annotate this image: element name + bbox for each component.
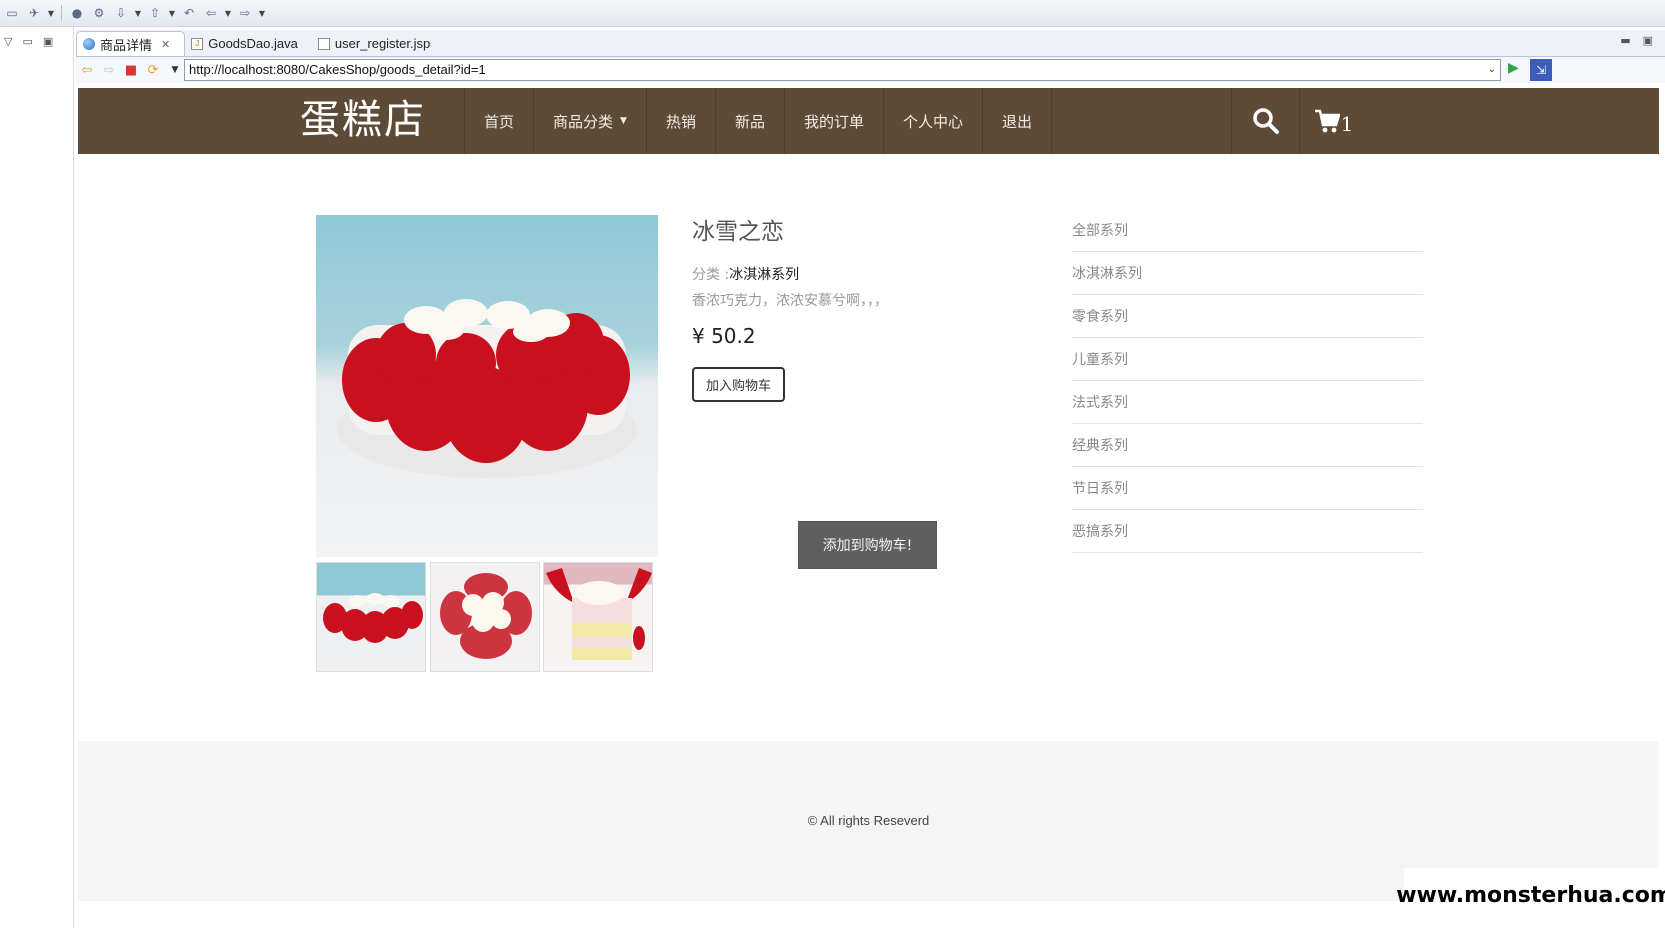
menu-item-my-orders[interactable]: 我的订单 [783, 88, 883, 154]
category-item-french[interactable]: 法式系列 [1072, 381, 1423, 424]
menu-label: 商品分类 [553, 112, 614, 131]
watermark-text: www.monsterhua.com [1396, 883, 1665, 908]
copyright-text: © All rights Reseverd [807, 813, 930, 828]
stop-icon[interactable]: ■ [120, 60, 142, 80]
caret-down-icon: ▼ [620, 116, 627, 126]
go-icon[interactable]: ▶ [1508, 60, 1519, 76]
forward-icon[interactable]: ⇨ [98, 60, 120, 80]
menu-item-hot[interactable]: 热销 [645, 88, 715, 154]
java-file-icon: J [191, 37, 204, 50]
cake-image [337, 299, 637, 478]
menu-label: 个人中心 [903, 112, 964, 131]
main-menu: 首页 商品分类 ▼ 热销 新品 我的订单 个人中心 退出 [464, 88, 1053, 154]
menu-item-profile[interactable]: 个人中心 [883, 88, 982, 154]
search-refs-icon[interactable]: ⚙ [89, 3, 109, 23]
left-panel: ▽ ▭ ▣ [0, 27, 74, 928]
cart-button[interactable]: 1 [1299, 88, 1367, 154]
chevron-down-icon[interactable]: ▼ [223, 9, 233, 18]
thumbnail-image [323, 593, 423, 643]
tab-label: 商品详情 [100, 37, 153, 53]
category-sidebar: 全部系列 冰淇淋系列 零食系列 儿童系列 法式系列 经典系列 节日系列 恶搞系列 [1072, 209, 1423, 553]
maximize-icon[interactable]: ▣ [1643, 34, 1653, 47]
jsp-file-icon [317, 37, 330, 50]
category-item-snack[interactable]: 零食系列 [1072, 295, 1423, 338]
add-to-cart-button[interactable]: 加入购物车 [692, 367, 785, 402]
category-item-funny[interactable]: 恶搞系列 [1072, 510, 1423, 553]
chevron-down-icon[interactable]: ⌄ [1488, 60, 1496, 80]
annotation-next-icon[interactable]: ⇩ [111, 3, 131, 23]
thumbnail-image [546, 568, 652, 660]
product-thumbnail[interactable] [430, 562, 540, 672]
tab-user-register[interactable]: user_register.jsp [312, 31, 444, 56]
back-icon[interactable]: ⇦ [201, 3, 221, 23]
tab-label: GoodsDao.java [208, 36, 298, 51]
view-menu-icon[interactable]: ▽ [4, 35, 12, 48]
search-icon [1252, 108, 1279, 134]
browser-nav-bar: ⇦ ⇨ ■ ⟳ ▼ http://localhost:8080/CakesSho… [76, 57, 1665, 83]
menu-label: 新品 [734, 112, 765, 131]
chevron-down-icon[interactable]: ▼ [46, 9, 56, 18]
menu-item-home[interactable]: 首页 [464, 88, 533, 154]
tab-goods-detail[interactable]: 商品详情 ✕ [76, 31, 186, 56]
cart-icon [1314, 109, 1340, 133]
header-tools: 1 [1231, 88, 1367, 154]
rocket-icon[interactable]: ✈ [24, 3, 44, 23]
category-label: 分类 : [692, 267, 730, 283]
menu-label: 首页 [484, 112, 515, 131]
product-price: ¥ 50.2 [692, 324, 756, 348]
tab-goodsdao[interactable]: J GoodsDao.java [185, 31, 312, 56]
editor-tabs: 商品详情 ✕ J GoodsDao.java user_register.jsp [76, 30, 1665, 57]
toolbar-separator [61, 5, 62, 21]
menu-label: 热销 [665, 112, 696, 131]
site-header: 蛋糕店 首页 商品分类 ▼ 热销 新品 我的订单 个人中心 退出 1 [78, 88, 1659, 154]
product-title: 冰雪之恋 [692, 219, 784, 245]
close-icon[interactable]: ✕ [161, 38, 170, 51]
globe-icon[interactable]: ● [67, 3, 87, 23]
url-input[interactable]: http://localhost:8080/CakesShop/goods_de… [184, 59, 1501, 81]
minimize-icon[interactable]: ▬ [1620, 34, 1630, 47]
thumbnail-image [440, 573, 532, 659]
added-to-cart-toast: 添加到购物车! [798, 521, 937, 569]
chevron-down-icon[interactable]: ▼ [133, 9, 143, 18]
menu-label: 退出 [1002, 112, 1033, 131]
annotation-prev-icon[interactable]: ⇧ [145, 3, 165, 23]
open-external-icon[interactable]: ⇲ [1530, 59, 1552, 81]
product-main-image [316, 215, 658, 557]
open-folder-icon[interactable]: ▭ [2, 3, 22, 23]
tab-label: user_register.jsp [334, 36, 431, 51]
category-item-icecream[interactable]: 冰淇淋系列 [1072, 252, 1423, 295]
product-description: 香浓巧克力，浓浓安慕兮啊，，， [692, 293, 888, 309]
category-item-festival[interactable]: 节日系列 [1072, 467, 1423, 510]
editor-window-controls: ▬ ▣ [1620, 34, 1653, 47]
chevron-down-icon[interactable]: ▼ [164, 60, 186, 80]
category-item-kids[interactable]: 儿童系列 [1072, 338, 1423, 381]
last-edit-icon[interactable]: ↶ [179, 3, 199, 23]
menu-item-logout[interactable]: 退出 [982, 88, 1053, 154]
maximize-icon[interactable]: ▣ [43, 35, 53, 48]
product-category: 分类 :冰淇淋系列 [692, 264, 799, 284]
menu-item-categories[interactable]: 商品分类 ▼ [533, 88, 646, 154]
refresh-icon[interactable]: ⟳ [142, 60, 164, 80]
minimize-icon[interactable]: ▭ [22, 35, 32, 48]
ide-toolbar: ▭ ✈ ▼ ● ⚙ ⇩ ▼ ⇧ ▼ ↶ ⇦ ▼ ⇨ ▼ [0, 0, 1665, 27]
category-item-all[interactable]: 全部系列 [1072, 209, 1423, 252]
back-icon[interactable]: ⇦ [76, 60, 98, 80]
product-thumbnail[interactable] [316, 562, 426, 672]
product-thumbnail[interactable] [543, 562, 653, 672]
menu-item-new[interactable]: 新品 [714, 88, 784, 154]
watermark: www.monsterhua.com [1396, 868, 1665, 923]
chevron-down-icon[interactable]: ▼ [167, 9, 177, 18]
category-link[interactable]: 冰淇淋系列 [729, 267, 799, 283]
category-item-classic[interactable]: 经典系列 [1072, 424, 1423, 467]
globe-icon [83, 38, 95, 50]
menu-label: 我的订单 [803, 112, 864, 131]
search-button[interactable] [1231, 88, 1299, 154]
chevron-down-icon[interactable]: ▼ [257, 9, 267, 18]
url-text: http://localhost:8080/CakesShop/goods_de… [189, 62, 486, 77]
site-logo[interactable]: 蛋糕店 [300, 88, 426, 154]
forward-icon[interactable]: ⇨ [235, 3, 255, 23]
cart-count: 1 [1340, 112, 1354, 136]
